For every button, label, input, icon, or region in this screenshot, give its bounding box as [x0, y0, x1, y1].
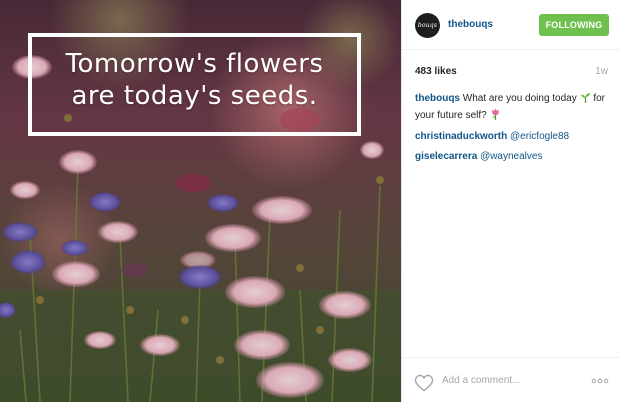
quote-line-2: are today's seeds.: [71, 81, 318, 111]
avatar[interactable]: bouqs: [415, 13, 440, 38]
comment-mention-link[interactable]: @waynealves: [480, 151, 542, 162]
comment-bar: Add a comment...: [402, 357, 620, 402]
add-comment-input[interactable]: Add a comment...: [442, 375, 520, 386]
heart-icon[interactable]: [414, 374, 434, 392]
quote-text: Tomorrow's flowers are today's seeds.: [32, 48, 357, 112]
comment-mention-link[interactable]: @ericfogle88: [510, 131, 569, 142]
comment-username-link[interactable]: giselecarrera: [415, 151, 477, 162]
likes-count[interactable]: 483 likes: [415, 66, 457, 77]
caption-username-link[interactable]: thebouqs: [415, 93, 460, 104]
post-photo[interactable]: Tomorrow's flowers are today's seeds.: [0, 0, 401, 402]
sprout-icon: [580, 92, 591, 108]
caption-text-start: What are you doing today: [462, 93, 577, 104]
avatar-logo-text: bouqs: [417, 22, 438, 29]
more-options-icon[interactable]: [591, 376, 609, 386]
comment-username-link[interactable]: christinaduckworth: [415, 131, 507, 142]
caption: thebouqs What are you doing today for yo…: [415, 92, 611, 124]
tulip-icon: [490, 108, 501, 125]
comment: christinaduckworth @ericfogle88: [415, 131, 611, 144]
quote-line-1: Tomorrow's flowers: [65, 49, 324, 79]
comments-list: thebouqs What are you doing today for yo…: [415, 92, 611, 170]
post-timestamp[interactable]: 1w: [595, 66, 608, 77]
following-button[interactable]: FOLLOWING: [539, 14, 609, 36]
post-sidebar: bouqs thebouqs FOLLOWING 483 likes 1w th…: [401, 0, 620, 402]
comment: giselecarrera @waynealves: [415, 151, 611, 164]
post-username-link[interactable]: thebouqs: [448, 19, 493, 30]
post-header: bouqs thebouqs FOLLOWING: [402, 0, 620, 50]
instagram-post: Tomorrow's flowers are today's seeds. bo…: [0, 0, 620, 402]
